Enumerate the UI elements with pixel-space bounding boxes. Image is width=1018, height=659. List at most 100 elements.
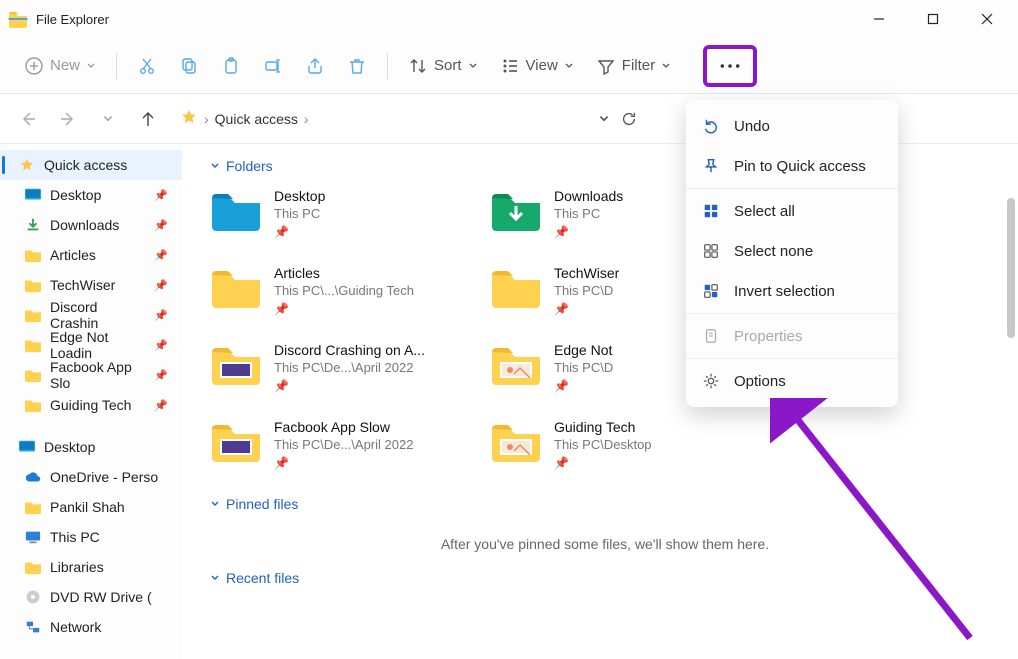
- sidebar-item[interactable]: Discord Crashin📌: [0, 300, 182, 330]
- maximize-button[interactable]: [906, 0, 960, 38]
- filter-button[interactable]: Filter: [588, 48, 679, 84]
- paste-button[interactable]: [213, 48, 249, 84]
- folder-tile[interactable]: ArticlesThis PC\...\Guiding Tech📌: [210, 265, 490, 316]
- folder-icon: [24, 307, 42, 323]
- tile-name: Articles: [274, 265, 414, 281]
- menu-invert-selection[interactable]: Invert selection: [686, 271, 898, 311]
- sidebar-item[interactable]: This PC: [0, 522, 182, 552]
- pin-icon: 📌: [154, 309, 174, 322]
- folder-icon: [490, 342, 542, 386]
- sidebar-item[interactable]: OneDrive - Perso: [0, 462, 182, 492]
- new-label: New: [50, 57, 80, 74]
- menu-label: Select none: [734, 243, 813, 260]
- minimize-button[interactable]: [852, 0, 906, 38]
- sidebar-item[interactable]: TechWiser📌: [0, 270, 182, 300]
- pinned-empty-msg: After you've pinned some files, we'll sh…: [210, 536, 1000, 552]
- sidebar-item[interactable]: Network: [0, 612, 182, 642]
- sidebar: Quick access Desktop📌 Downloads📌 Article…: [0, 144, 182, 659]
- sidebar-item[interactable]: DVD RW Drive (: [0, 582, 182, 612]
- folder-tile[interactable]: Facbook App SlowThis PC\De...\April 2022…: [210, 419, 490, 470]
- pin-icon: 📌: [554, 302, 619, 316]
- network-icon: [24, 619, 42, 635]
- chevron-down-icon: [210, 161, 220, 171]
- pin-icon: 📌: [154, 219, 174, 232]
- back-button[interactable]: [12, 103, 44, 135]
- folder-tile[interactable]: Discord Crashing on A... This PC\De...\Ap…: [210, 342, 490, 393]
- menu-pin-quick-access[interactable]: Pin to Quick access: [686, 146, 898, 186]
- breadcrumb-sep: ›: [204, 111, 209, 127]
- folder-icon: [490, 188, 542, 232]
- filter-label: Filter: [622, 57, 655, 74]
- sidebar-item[interactable]: Guiding Tech 📌: [0, 390, 182, 420]
- undo-icon: [702, 117, 720, 135]
- menu-label: Options: [734, 373, 786, 390]
- content-scrollbar[interactable]: [1006, 198, 1016, 659]
- menu-select-none[interactable]: Select none: [686, 231, 898, 271]
- tile-location: This PC\Desktop: [554, 437, 652, 452]
- sidebar-label: Desktop: [50, 187, 101, 203]
- delete-button[interactable]: [339, 48, 375, 84]
- sidebar-label: Pankil Shah: [50, 499, 125, 515]
- rename-button[interactable]: [255, 48, 291, 84]
- close-button[interactable]: [960, 0, 1014, 38]
- sidebar-item[interactable]: Facbook App Slo📌: [0, 360, 182, 390]
- menu-separator: [686, 358, 898, 359]
- sidebar-label: Quick access: [44, 157, 127, 173]
- tile-location: This PC\D: [554, 283, 619, 298]
- breadcrumb-item[interactable]: Quick access: [215, 111, 298, 127]
- section-recent-files[interactable]: Recent files: [210, 570, 1000, 586]
- pin-icon: 📌: [154, 399, 174, 412]
- share-button[interactable]: [297, 48, 333, 84]
- invert-icon: [702, 282, 720, 300]
- copy-button[interactable]: [171, 48, 207, 84]
- sidebar-label: Articles: [50, 247, 96, 263]
- folder-icon: [24, 499, 42, 515]
- folder-icon: [210, 342, 262, 386]
- menu-undo[interactable]: Undo: [686, 106, 898, 146]
- tile-name: Discord Crashing on A...: [274, 342, 425, 358]
- new-button[interactable]: New: [16, 48, 104, 84]
- toolbar: New Sort View Filter: [0, 38, 1018, 94]
- select-none-icon: [702, 242, 720, 260]
- sidebar-item[interactable]: Pankil Shah: [0, 492, 182, 522]
- disc-icon: [24, 589, 42, 605]
- pin-icon: 📌: [274, 456, 413, 470]
- view-label: View: [526, 57, 558, 74]
- sidebar-label: Facbook App Slo: [50, 359, 146, 391]
- history-button[interactable]: [92, 103, 124, 135]
- refresh-icon[interactable]: [620, 110, 638, 128]
- forward-button[interactable]: [52, 103, 84, 135]
- sidebar-item[interactable]: Articles📌: [0, 240, 182, 270]
- select-all-icon: [702, 202, 720, 220]
- tile-location: This PC\De...\April 2022: [274, 360, 425, 375]
- toolbar-separator: [387, 53, 388, 79]
- tile-location: This PC\...\Guiding Tech: [274, 283, 414, 298]
- sidebar-label: Guiding Tech: [50, 397, 131, 413]
- folder-icon: [490, 265, 542, 309]
- menu-options[interactable]: Options: [686, 361, 898, 401]
- up-button[interactable]: [132, 103, 164, 135]
- sidebar-item[interactable]: Libraries: [0, 552, 182, 582]
- sidebar-desktop-group[interactable]: Desktop: [0, 432, 182, 462]
- folder-icon: [210, 419, 262, 463]
- sidebar-item[interactable]: Edge Not Loadin📌: [0, 330, 182, 360]
- menu-select-all[interactable]: Select all: [686, 191, 898, 231]
- pin-icon: 📌: [154, 279, 174, 292]
- sidebar-item[interactable]: Downloads📌: [0, 210, 182, 240]
- folder-icon: [24, 277, 42, 293]
- sort-button[interactable]: Sort: [400, 48, 486, 84]
- folder-tile[interactable]: DesktopThis PC📌: [210, 188, 490, 239]
- pin-icon: 📌: [554, 225, 623, 239]
- menu-label: Undo: [734, 118, 770, 135]
- view-button[interactable]: View: [492, 48, 582, 84]
- sidebar-quick-access[interactable]: Quick access: [0, 150, 182, 180]
- star-icon: [18, 157, 36, 173]
- chevron-down-icon[interactable]: [598, 113, 610, 125]
- sidebar-item[interactable]: Desktop📌: [0, 180, 182, 210]
- section-pinned-files[interactable]: Pinned files: [210, 496, 1000, 512]
- sidebar-label: Libraries: [50, 559, 104, 575]
- more-button[interactable]: [703, 45, 757, 87]
- folder-tile[interactable]: Guiding TechThis PC\Desktop📌: [490, 419, 770, 470]
- chevron-down-icon: [210, 499, 220, 509]
- cut-button[interactable]: [129, 48, 165, 84]
